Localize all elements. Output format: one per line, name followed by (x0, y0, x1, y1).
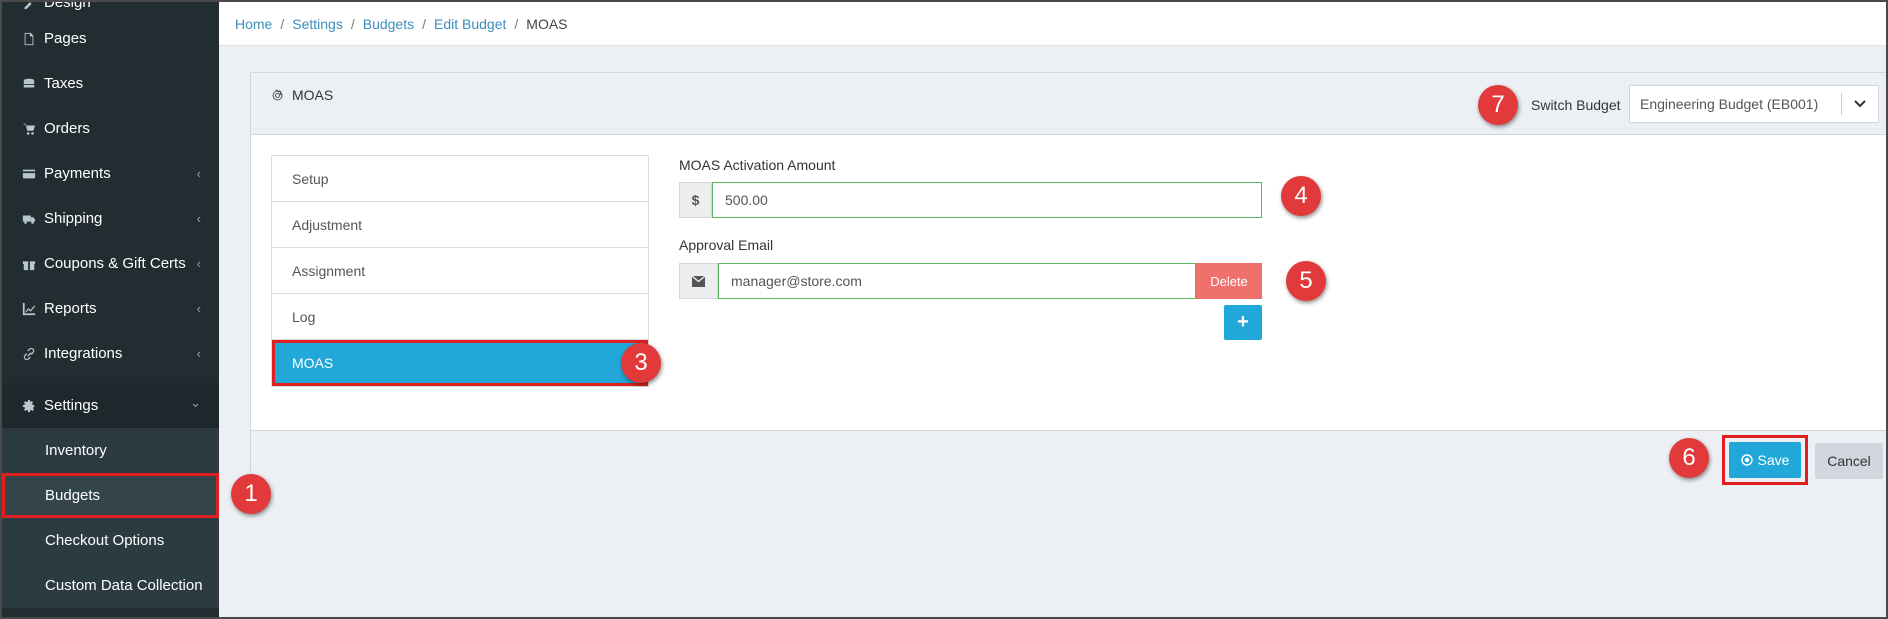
panel-header: MOAS Switch Budget Engineering Budget (E… (251, 73, 1886, 135)
chevron-left-icon: ‹ (196, 211, 201, 226)
activation-amount-group: $ 500.00 (679, 182, 1262, 218)
sidebar-item-label: Payments (44, 165, 111, 182)
moas-panel: MOAS Switch Budget Engineering Budget (E… (250, 72, 1886, 491)
gear-icon (272, 89, 283, 100)
switch-budget-value: Engineering Budget (EB001) (1640, 96, 1819, 112)
sidebar-subitem-custom-data[interactable]: Custom Data Collection (2, 563, 219, 608)
sidebar-item-integrations[interactable]: Integrations ‹ (2, 331, 219, 376)
sidebar-item-label: Design (44, 0, 91, 11)
sidebar-item-reports[interactable]: Reports ‹ (2, 286, 219, 331)
dot-circle-icon (1740, 454, 1753, 466)
tab-setup[interactable]: Setup (272, 156, 648, 202)
sidebar-item-payments[interactable]: Payments ‹ (2, 151, 219, 196)
sidebar-item-pages[interactable]: Pages (2, 16, 219, 61)
link-icon (22, 347, 42, 361)
sidebar-item-settings[interactable]: Settings ⌄ (2, 383, 219, 428)
breadcrumb-home[interactable]: Home (235, 16, 272, 32)
breadcrumb-current: MOAS (526, 15, 568, 32)
truck-icon (22, 212, 42, 226)
activation-amount-label: MOAS Activation Amount (679, 157, 836, 173)
save-button[interactable]: Save (1729, 442, 1801, 478)
breadcrumb-settings[interactable]: Settings (292, 16, 343, 32)
sidebar-item-orders[interactable]: Orders (2, 106, 219, 151)
switch-budget-select[interactable]: Engineering Budget (EB001) (1629, 85, 1879, 123)
sidebar-item-taxes[interactable]: Taxes (2, 61, 219, 106)
panel-footer: Save Cancel (251, 430, 1886, 491)
sidebar-subitem-checkout-options[interactable]: Checkout Options (2, 518, 219, 563)
tab-moas[interactable]: MOAS (272, 340, 648, 386)
tab-adjustment[interactable]: Adjustment (272, 202, 648, 248)
cart-icon (22, 122, 42, 136)
gear-icon (22, 399, 42, 413)
tab-log[interactable]: Log (272, 294, 648, 340)
chevron-left-icon: ‹ (196, 256, 201, 271)
sidebar-item-label: Integrations (44, 345, 123, 362)
breadcrumb-edit-budget[interactable]: Edit Budget (434, 16, 506, 32)
step-badge-4: 4 (1281, 176, 1321, 216)
panel-title-text: MOAS (292, 87, 334, 103)
sidebar-item-shipping[interactable]: Shipping ‹ (2, 196, 219, 241)
breadcrumb: Home / Settings / Budgets / Edit Budget … (219, 2, 1886, 46)
add-email-button[interactable]: + (1224, 305, 1262, 340)
chevron-left-icon: ‹ (196, 166, 201, 181)
breadcrumb-separator: / (280, 15, 285, 32)
approval-email-label: Approval Email (679, 237, 774, 253)
credit-card-icon (22, 167, 42, 181)
sidebar-item-label: Shipping (44, 210, 103, 227)
breadcrumb-separator: / (514, 15, 519, 32)
breadcrumb-separator: / (422, 15, 426, 32)
sidebar-item-label: Pages (44, 30, 87, 47)
chevron-left-icon: ‹ (196, 346, 201, 361)
sidebar: Design Pages Taxes Orders Payments ‹ Shi… (2, 0, 219, 617)
gift-icon (22, 257, 42, 271)
budget-tabs: Setup Adjustment Assignment Log MOAS (271, 155, 649, 387)
dollar-icon: $ (679, 182, 712, 218)
step-badge-6: 6 (1669, 438, 1709, 478)
sidebar-item-label: Orders (44, 120, 90, 137)
panel-title: MOAS (271, 87, 333, 103)
sidebar-subitem-label: Checkout Options (45, 532, 165, 549)
tab-assignment[interactable]: Assignment (272, 248, 648, 294)
breadcrumb-budgets[interactable]: Budgets (363, 16, 414, 32)
switch-budget-label: Switch Budget (1531, 97, 1621, 113)
save-label: Save (1757, 452, 1790, 468)
coins-icon (22, 77, 42, 91)
activation-amount-input[interactable]: 500.00 (712, 182, 1262, 218)
step-badge-7: 7 (1478, 85, 1518, 125)
delete-email-button[interactable]: Delete (1196, 263, 1262, 299)
main-content: Home / Settings / Budgets / Edit Budget … (219, 2, 1886, 617)
screenshot-frame: Design Pages Taxes Orders Payments ‹ Shi… (0, 0, 1888, 619)
envelope-icon (679, 263, 718, 299)
sidebar-item-label: Reports (44, 300, 97, 317)
chevron-down-icon (1842, 100, 1878, 108)
chevron-down-icon: ⌄ (190, 395, 201, 410)
step-badge-3: 3 (621, 343, 661, 383)
sidebar-item-label: Coupons & Gift Certs (44, 255, 186, 272)
chart-icon (22, 302, 42, 316)
sidebar-subitem-budgets[interactable]: Budgets (2, 473, 219, 518)
approval-email-group: manager@store.com Delete (679, 263, 1262, 299)
step-badge-1: 1 (231, 474, 271, 514)
cancel-button[interactable]: Cancel (1815, 443, 1883, 479)
sidebar-subitem-label: Budgets (45, 487, 101, 504)
save-highlight: Save (1722, 435, 1808, 485)
brush-icon (22, 2, 42, 10)
sidebar-subitem-label: Custom Data Collection (45, 577, 203, 594)
sidebar-item-label: Taxes (44, 75, 84, 92)
sidebar-subitem-inventory[interactable]: Inventory (2, 428, 219, 473)
chevron-left-icon: ‹ (196, 301, 201, 316)
breadcrumb-separator: / (350, 15, 355, 32)
step-badge-5: 5 (1286, 261, 1326, 301)
sidebar-item-label: Settings (44, 397, 99, 414)
approval-email-input[interactable]: manager@store.com (718, 263, 1196, 299)
file-icon (22, 32, 42, 46)
sidebar-item-coupons[interactable]: Coupons & Gift Certs ‹ (2, 241, 219, 286)
sidebar-subitem-label: Inventory (45, 442, 107, 459)
